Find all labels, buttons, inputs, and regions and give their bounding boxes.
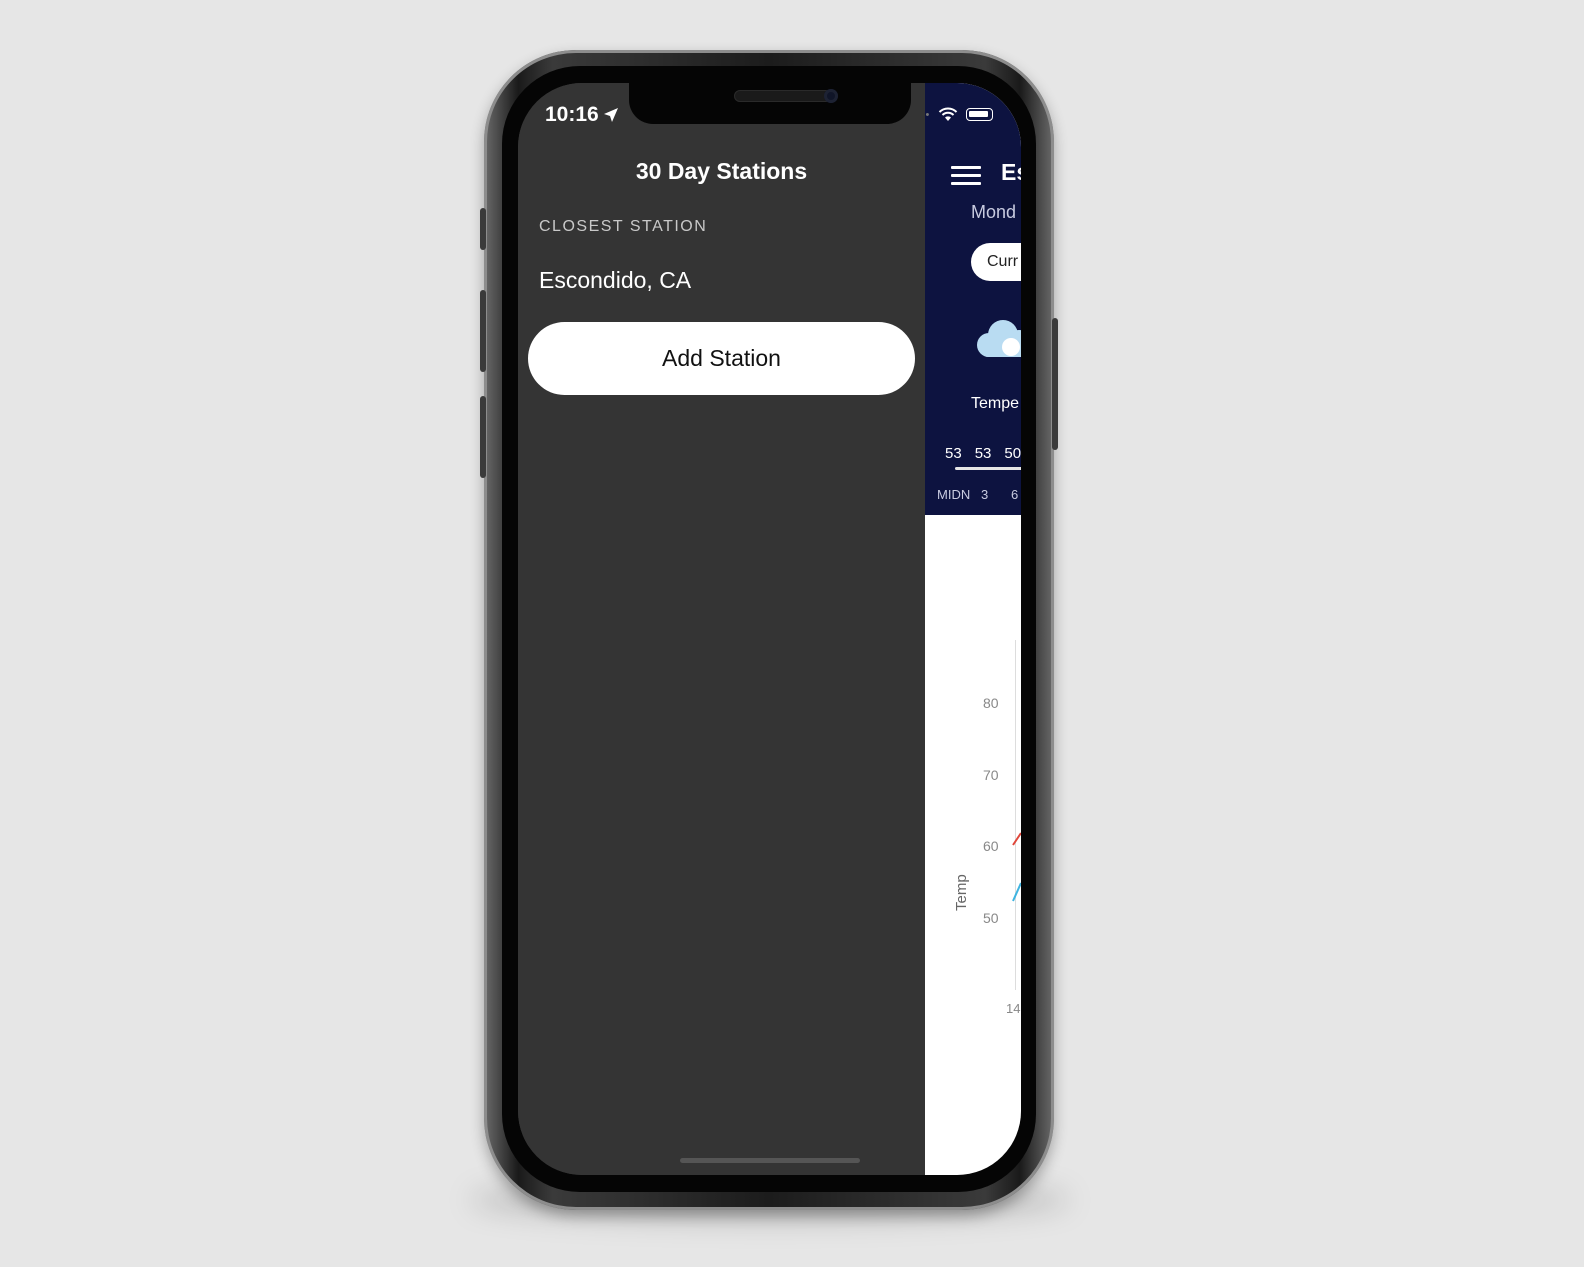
weather-main-panel[interactable]: •••• Es Mond Curr Tempe: [925, 83, 1021, 1175]
closest-station-label: CLOSEST STATION: [539, 218, 708, 235]
location-arrow-icon: [603, 108, 618, 122]
temperature-label: Tempe: [971, 395, 1020, 412]
current-toggle-button[interactable]: Curr: [971, 243, 1021, 281]
date-label: Mond: [971, 202, 1017, 222]
closest-station-item[interactable]: Escondido, CA: [539, 267, 691, 294]
status-right: ••••: [925, 107, 994, 122]
hourly-temp-value: 50: [1004, 445, 1021, 462]
stations-drawer: 10:16 30 Day Stations CLOSEST STATION Es…: [518, 83, 925, 1175]
hour-labels: MIDN 3 6: [937, 487, 1018, 502]
cloud-icon: [977, 320, 1021, 357]
temperature-chart: 80 70 60 50 Temp 14: [925, 515, 1021, 1175]
x-tick-label: 14: [1006, 1001, 1021, 1016]
chart-series-lines: [1012, 832, 1021, 902]
speaker-grille: [734, 90, 834, 102]
hour-label: MIDN: [937, 487, 971, 502]
low-temp-line: [1012, 882, 1021, 902]
hourly-temp-line: [955, 467, 1021, 470]
weather-header: •••• Es Mond Curr Tempe: [925, 83, 1021, 515]
add-station-button[interactable]: Add Station: [528, 322, 915, 395]
phone-screen: 10:16 30 Day Stations CLOSEST STATION Es…: [518, 83, 1021, 1175]
menu-icon[interactable]: [951, 166, 981, 186]
hourly-temps: 53 53 50: [945, 445, 1021, 462]
status-time: 10:16: [545, 103, 619, 127]
hour-label: 3: [981, 487, 989, 502]
hour-label: 6: [1011, 487, 1019, 502]
time-text: 10:16: [545, 103, 599, 126]
high-temp-line: [1012, 832, 1021, 846]
city-title: Es: [1001, 159, 1021, 185]
mute-switch: [480, 208, 486, 250]
hourly-temp-value: 53: [974, 445, 992, 462]
wifi-icon: [939, 107, 958, 121]
hourly-temp-value: 53: [945, 445, 962, 462]
front-camera: [824, 89, 838, 103]
drawer-title: 30 Day Stations: [635, 158, 808, 184]
home-indicator[interactable]: [680, 1158, 860, 1163]
power-button: [1052, 318, 1058, 450]
volume-up-button: [480, 290, 486, 372]
phone-notch: [629, 80, 911, 124]
volume-down-button: [480, 396, 486, 478]
battery-icon: [966, 108, 994, 121]
signal-icon: ••••: [925, 108, 931, 121]
